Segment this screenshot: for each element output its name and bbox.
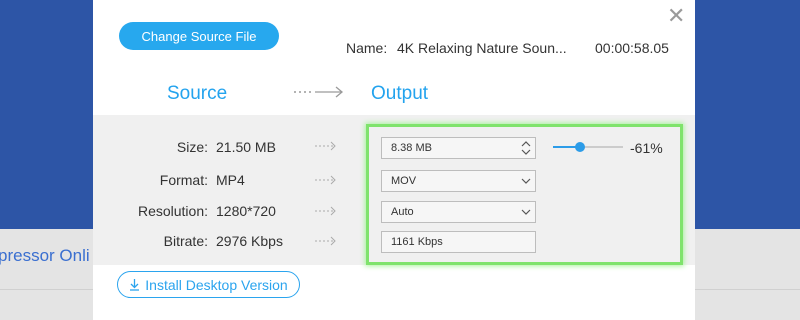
compression-slider[interactable] (553, 142, 623, 152)
arrow-right-icon (315, 141, 336, 151)
source-resolution-value: 1280*720 (216, 203, 276, 219)
output-format-select[interactable]: MOV (381, 170, 536, 192)
source-format-value: MP4 (216, 172, 245, 188)
output-resolution-value: Auto (391, 206, 414, 218)
close-icon[interactable]: ✕ (667, 5, 685, 27)
output-bitrate-value: 1161 Kbps (391, 236, 443, 248)
bitrate-label: Bitrate: (163, 233, 208, 249)
compress-settings-dialog: Change Source File ✕ Name: 4K Relaxing N… (93, 0, 695, 320)
chevron-down-icon (517, 208, 535, 216)
chevron-down-icon (517, 177, 535, 185)
download-icon (130, 279, 140, 291)
file-duration: 00:00:58.05 (595, 40, 669, 56)
name-label: Name: (346, 40, 388, 56)
source-heading: Source (167, 83, 228, 104)
arrow-right-icon (315, 206, 336, 216)
up-down-chevron-icon[interactable] (517, 141, 535, 155)
format-label: Format: (159, 172, 208, 188)
arrow-right-icon (294, 86, 344, 98)
change-source-file-button[interactable]: Change Source File (119, 22, 279, 50)
output-resolution-select[interactable]: Auto (381, 201, 536, 223)
install-desktop-version-button[interactable]: Install Desktop Version (117, 271, 300, 298)
output-heading: Output (371, 83, 429, 104)
resolution-label: Resolution: (137, 203, 208, 219)
file-name: 4K Relaxing Nature Soun... (397, 40, 567, 56)
source-size-value: 21.50 MB (216, 139, 276, 155)
output-format-value: MOV (391, 175, 417, 187)
background-title-fragment: pressor Onli (0, 246, 90, 265)
source-bitrate-value: 2976 Kbps (216, 233, 283, 249)
arrow-right-icon (315, 236, 336, 246)
size-label: Size: (176, 139, 208, 155)
output-size-value: 8.38 MB (391, 142, 432, 154)
install-desktop-version-label: Install Desktop Version (145, 276, 288, 293)
output-size-stepper[interactable]: 8.38 MB (381, 137, 536, 159)
output-bitrate-field: 1161 Kbps (381, 231, 536, 253)
arrow-right-icon (315, 175, 336, 185)
compression-percent: -61% (630, 140, 663, 156)
